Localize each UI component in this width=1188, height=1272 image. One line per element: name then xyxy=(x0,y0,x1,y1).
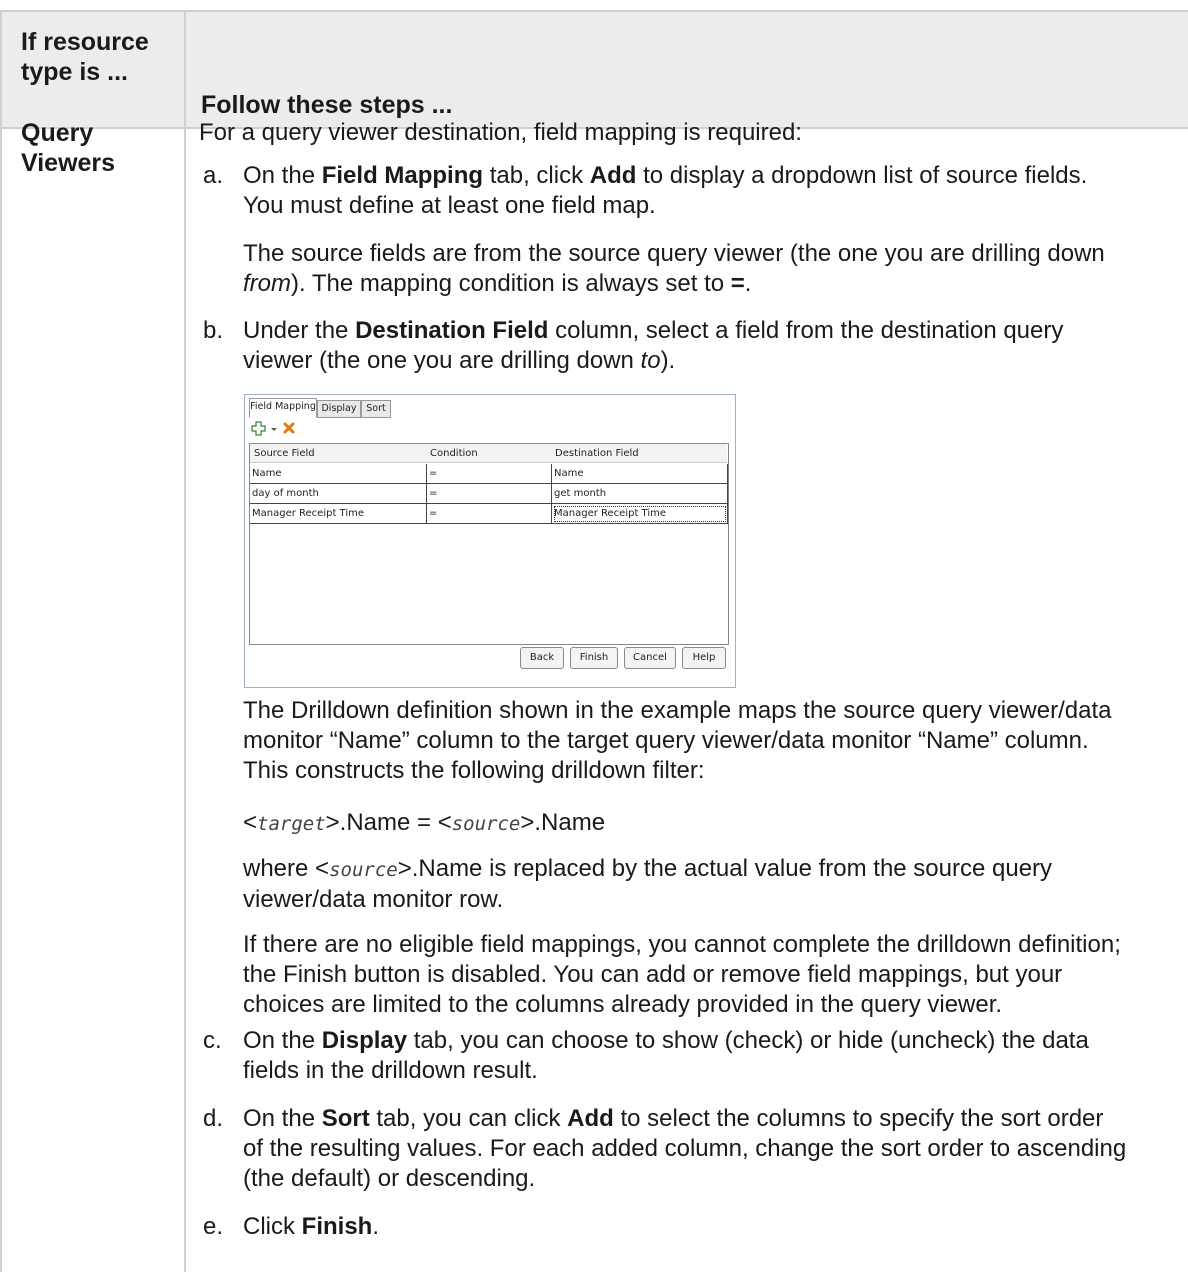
table-row-3-condition[interactable]: = xyxy=(427,504,552,524)
table-row-2-condition[interactable]: = xyxy=(427,484,552,504)
step-c-text: On the Display tab, you can choose to sh… xyxy=(243,1027,1089,1084)
steps-table: If resource type is ... Follow these ste… xyxy=(0,10,1188,1272)
table-row-2-source[interactable]: day of month xyxy=(250,484,427,504)
header-resource-type: If resource type is ... xyxy=(21,28,149,86)
cancel-button[interactable]: Cancel xyxy=(624,647,676,669)
no-eligible-text: If there are no eligible field mappings,… xyxy=(243,931,1121,1018)
table-border-left xyxy=(0,10,2,1272)
delete-icon[interactable] xyxy=(283,422,295,434)
filter-expression: <target>.Name = <source>.Name xyxy=(243,809,606,836)
step-a-note: The source fields are from the source qu… xyxy=(243,240,1105,297)
back-button[interactable]: Back xyxy=(520,647,564,669)
column-divider xyxy=(184,10,186,1272)
table-header xyxy=(0,10,1188,127)
mapping-grid: Source Field Condition Destination Field… xyxy=(249,443,729,645)
table-border-top xyxy=(0,10,1188,12)
col-header-source-field[interactable]: Source Field xyxy=(250,444,426,463)
field-mapping-dialog: Field Mapping Display Sort Source Field … xyxy=(244,394,736,688)
table-row-1-destination[interactable]: Name xyxy=(552,464,728,484)
dialog-toolbar xyxy=(251,421,311,437)
intro-text: For a query viewer destination, field ma… xyxy=(199,119,802,146)
step-d-text: On the Sort tab, you can click Add to se… xyxy=(243,1105,1127,1192)
resource-type-label: Query Viewers xyxy=(21,119,116,177)
finish-button[interactable]: Finish xyxy=(570,647,618,669)
header-follow-steps: Follow these steps ... xyxy=(201,91,453,119)
help-button[interactable]: Help xyxy=(682,647,726,669)
step-b-letter: b. xyxy=(203,317,224,344)
drilldown-explanation: The Drilldown definition shown in the ex… xyxy=(243,697,1112,784)
tab-field-mapping[interactable]: Field Mapping xyxy=(249,398,317,418)
tab-sort[interactable]: Sort xyxy=(361,400,391,418)
table-row-3-destination[interactable]: Manager Receipt Time xyxy=(552,504,728,524)
table-row-1-condition[interactable]: = xyxy=(427,464,552,484)
step-a-text: On the Field Mapping tab, click Add to d… xyxy=(243,162,1088,219)
step-d-letter: d. xyxy=(203,1105,224,1132)
col-header-destination-field[interactable]: Destination Field xyxy=(551,444,727,463)
table-row-3-source[interactable]: Manager Receipt Time xyxy=(250,504,427,524)
table-row-1-source[interactable]: Name xyxy=(250,464,427,484)
step-b-text: Under the Destination Field column, sele… xyxy=(243,317,1064,374)
step-e-text: Click Finish. xyxy=(243,1213,380,1240)
tab-display[interactable]: Display xyxy=(317,400,361,418)
chevron-down-icon[interactable] xyxy=(271,428,277,431)
step-c-letter: c. xyxy=(203,1027,222,1054)
add-icon[interactable] xyxy=(251,421,266,436)
col-header-condition[interactable]: Condition xyxy=(426,444,551,463)
where-text: where <source>.Name is replaced by the a… xyxy=(243,855,1053,913)
step-a-letter: a. xyxy=(203,162,224,189)
step-e-letter: e. xyxy=(203,1213,224,1240)
table-row-2-destination[interactable]: get month xyxy=(552,484,728,504)
